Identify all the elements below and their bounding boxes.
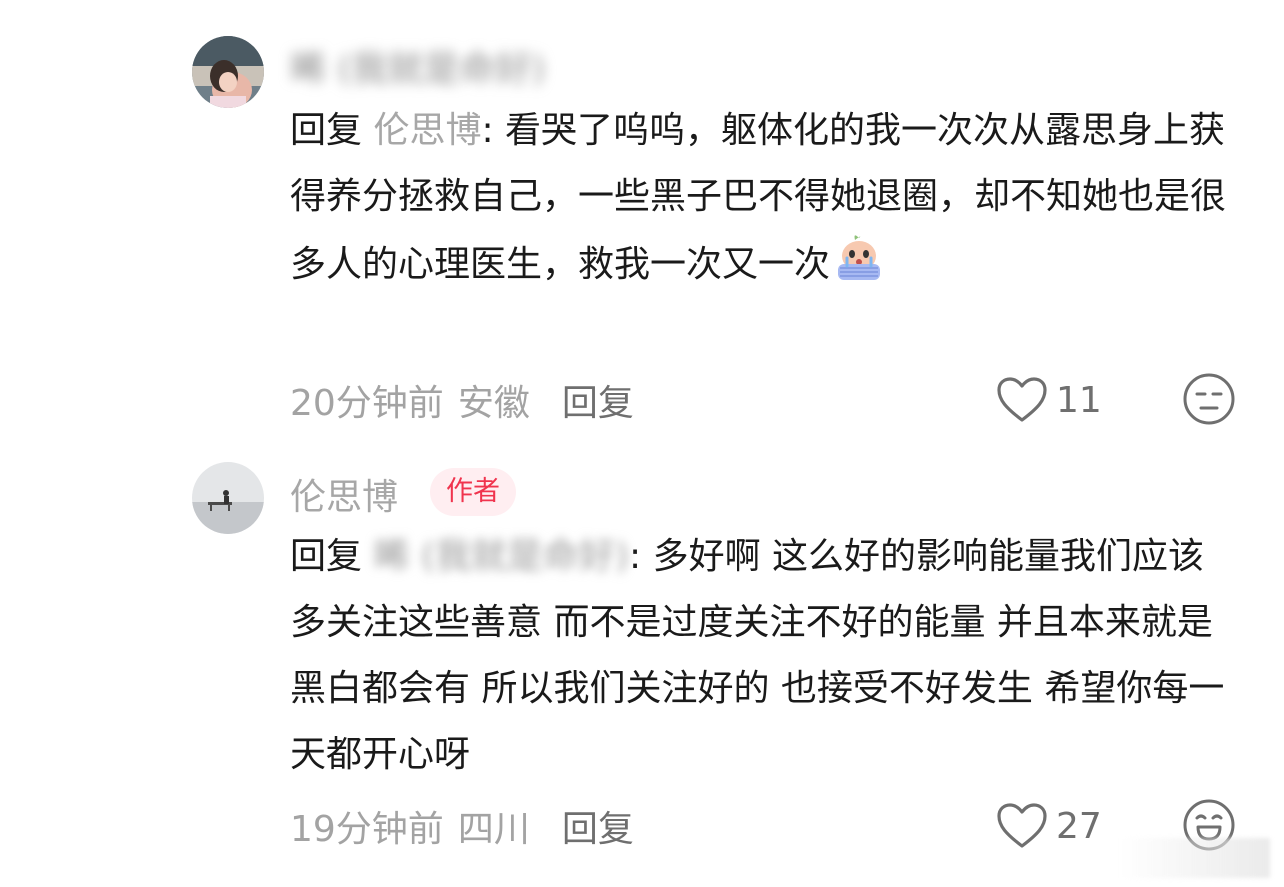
location: 安徽 (457, 383, 530, 424)
comment-item: 晞 (我就是命好) 回复 伦思博: 看哭了呜呜，躯体化的我一次次从露思身上获得养… (0, 0, 1284, 440)
reply-button[interactable]: 回复 (562, 383, 634, 424)
like-count: 27 (1056, 805, 1102, 847)
comment-item: 伦思博 作者 回复 晞 (我就是命好): 多好啊 这么好的影响能量我们应该多关注… (0, 440, 1284, 887)
reply-target-name[interactable]: 晞 (我就是命好) (373, 536, 629, 577)
like-count: 11 (1056, 379, 1102, 421)
heart-icon (997, 377, 1047, 422)
like-button[interactable]: 27 (996, 802, 1102, 850)
reply-button[interactable]: 回复 (562, 809, 634, 850)
username[interactable]: 晞 (我就是命好) (290, 40, 546, 92)
like-button[interactable]: 11 (996, 376, 1102, 424)
comment-text: 回复 晞 (我就是命好): 多好啊 这么好的影响能量我们应该多关注这些善意 而不… (290, 524, 1240, 788)
crying-face-sticker-icon (832, 230, 886, 284)
heart-icon (997, 803, 1047, 848)
reply-prefix: 回复 (290, 536, 363, 577)
timestamp: 19分钟前 (290, 809, 444, 850)
reply-target-name[interactable]: 伦思博 (373, 110, 481, 151)
username[interactable]: 伦思博 (290, 468, 398, 520)
neutral-face-icon[interactable] (1182, 372, 1236, 426)
avatar[interactable] (192, 36, 264, 108)
watermark (1120, 838, 1270, 878)
comment-text: 回复 伦思博: 看哭了呜呜，躯体化的我一次次从露思身上获得养分拯救自己，一些黑子… (290, 98, 1240, 298)
author-badge: 作者 (430, 468, 516, 516)
avatar[interactable] (192, 462, 264, 534)
comment-meta: 19分钟前 四川 回复 (290, 800, 634, 852)
reply-prefix: 回复 (290, 110, 363, 151)
comment-meta: 20分钟前 安徽 回复 (290, 374, 634, 426)
timestamp: 20分钟前 (290, 383, 444, 424)
location: 四川 (457, 809, 530, 850)
